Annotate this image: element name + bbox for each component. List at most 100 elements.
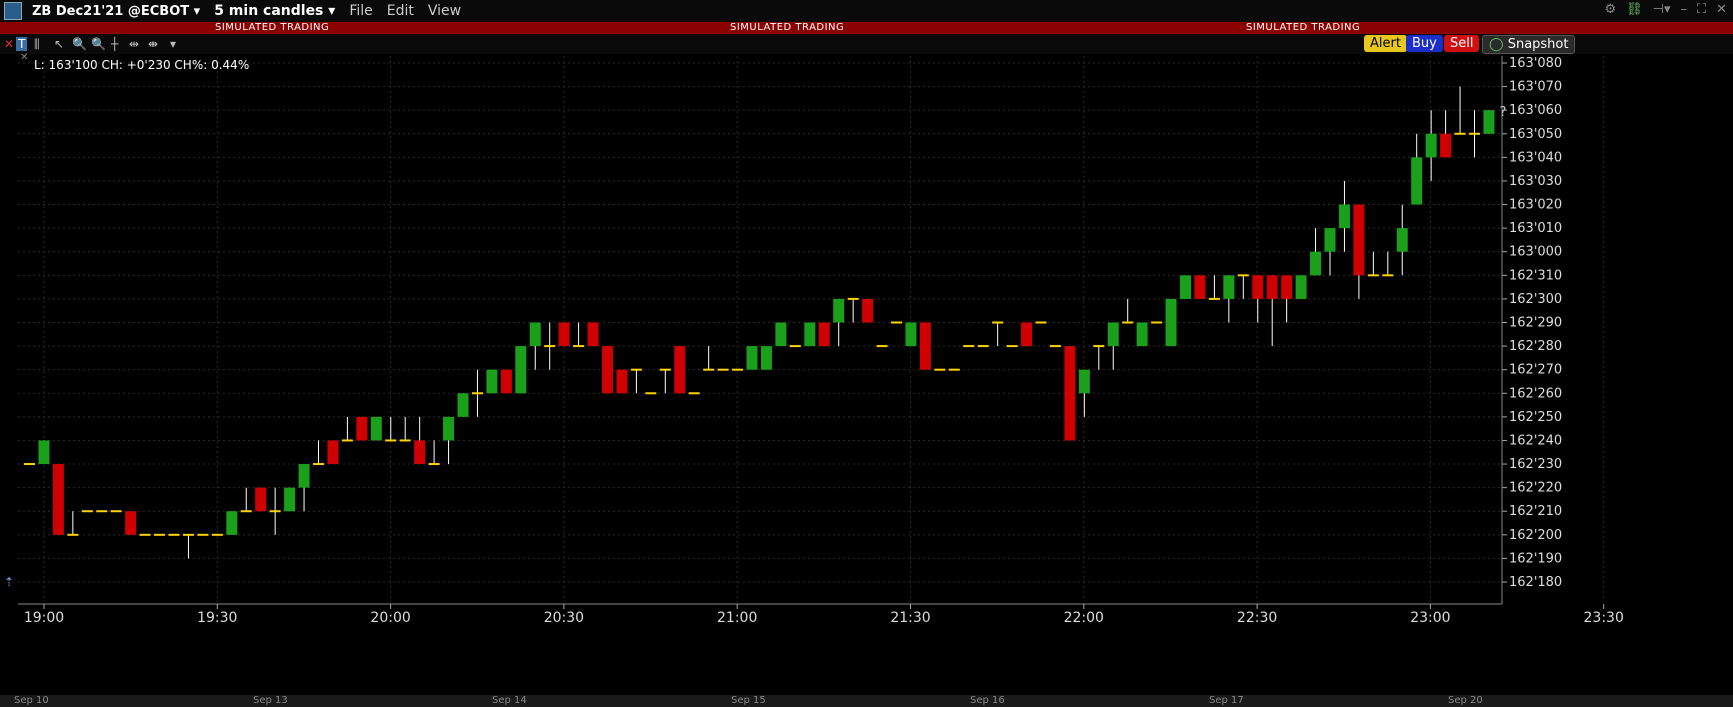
candle-up [284, 487, 296, 512]
date-label: Sep 16 [970, 695, 1005, 706]
candle-up [775, 322, 787, 347]
candle-down [558, 322, 570, 347]
camera-icon: ◯ [1489, 37, 1504, 52]
candle-up [1483, 110, 1495, 134]
candle-up [1338, 204, 1350, 229]
candle-down [1281, 275, 1293, 299]
date-label: Sep 15 [731, 695, 766, 706]
candle-down [414, 440, 426, 465]
candle-up [1136, 322, 1148, 347]
candle-up [298, 464, 310, 488]
candle-down [616, 369, 628, 394]
candle-down [1252, 275, 1264, 299]
price-tick-label: 162'310 [1509, 268, 1562, 283]
maximize-icon[interactable]: ⛶ [1697, 2, 1706, 17]
symbol-label: ZB Dec21'21 @ECBOT [32, 3, 190, 19]
price-tick-label: 162'210 [1509, 504, 1562, 519]
chevron-down-icon: ▾ [193, 3, 201, 19]
menu-file[interactable]: File [349, 3, 372, 19]
simulated-trading-banner: SIMULATED TRADING SIMULATED TRADING SIMU… [0, 22, 1733, 34]
title-bar: ZB Dec21'21 @ECBOT ▾ 5 min candles ▾ Fil… [0, 0, 1733, 22]
expand-horizontal-icon[interactable]: ⇹ [129, 37, 139, 51]
sell-button[interactable]: Sell [1444, 35, 1480, 52]
candle-down [356, 416, 368, 441]
time-tick-label: 23:30 [1584, 610, 1624, 626]
candle-down [862, 298, 874, 323]
candle-down [1021, 322, 1033, 347]
candle-up [1411, 157, 1423, 205]
candlestick-chart[interactable]: 163'080 163'070 163'060 163'050 163'040 163'0… [0, 54, 1733, 694]
candle-up [1310, 251, 1322, 276]
price-tick-label: 162'280 [1509, 339, 1562, 354]
candle-down [587, 322, 599, 347]
price-tick-label: 162'290 [1509, 316, 1562, 331]
pin-icon[interactable]: ⊣▾ [1653, 2, 1671, 17]
price-tick-label: 163'020 [1509, 198, 1562, 213]
close-icon[interactable]: ✕ [20, 52, 28, 63]
menu-edit[interactable]: Edit [387, 3, 414, 19]
date-label: Sep 17 [1209, 695, 1244, 706]
candle-down [818, 322, 830, 347]
marker-icon[interactable]: ⇡ [4, 575, 14, 589]
candle-down [602, 346, 613, 394]
zoom-out-icon[interactable]: 🔍 [91, 37, 106, 51]
draw-tool-icon[interactable]: ↖ [54, 37, 64, 51]
snapshot-button[interactable]: ◯ Snapshot [1482, 35, 1576, 54]
zoom-in-icon[interactable]: 🔍 [72, 37, 87, 51]
gear-icon[interactable]: ⚙ [1604, 2, 1616, 17]
candle-down [52, 464, 64, 535]
candle-down [1064, 346, 1076, 441]
candle-up [1165, 298, 1177, 347]
price-tick-label: 163'050 [1509, 127, 1562, 142]
time-tick-label: 20:00 [370, 610, 410, 626]
app-icon [4, 2, 22, 20]
buy-button[interactable]: Buy [1406, 35, 1443, 52]
price-tick-label: 163'080 [1509, 56, 1562, 71]
symbol-selector[interactable]: ZB Dec21'21 @ECBOT ▾ [32, 4, 200, 19]
candle-down [255, 487, 267, 512]
date-label: Sep 14 [492, 695, 527, 706]
time-tick-label: 22:30 [1237, 610, 1277, 626]
candle-down [1194, 275, 1206, 299]
price-tick-label: 163'070 [1509, 80, 1562, 95]
chevron-down-icon: ▾ [328, 3, 336, 19]
price-tick-label: 163'030 [1509, 174, 1562, 189]
candle-up [529, 322, 541, 347]
window-controls: ⚙ ⛓ ⊣▾ – ⛶ ✕ [1604, 2, 1727, 17]
price-tick-label: 162'180 [1509, 575, 1562, 590]
alert-button[interactable]: Alert [1364, 35, 1407, 52]
price-tick-label: 162'250 [1509, 410, 1562, 425]
price-tick-label: 162'200 [1509, 528, 1562, 543]
candle-down [1440, 133, 1452, 158]
text-tool-icon[interactable]: T [16, 37, 28, 51]
date-scroll-strip[interactable]: Sep 10 Sep 13 Sep 14 Sep 15 Sep 16 Sep 1… [0, 695, 1733, 707]
candle-down [674, 346, 686, 394]
link-icon[interactable]: ⛓ [1626, 2, 1643, 17]
candle-down [125, 511, 137, 535]
minimize-icon[interactable]: – [1680, 2, 1687, 17]
question-mark: ? [1499, 105, 1506, 120]
close-icon[interactable]: ✕ [4, 37, 14, 51]
crosshair-icon[interactable]: ┼ [111, 37, 118, 51]
candle-down [327, 440, 339, 465]
price-tick-label: 162'300 [1509, 292, 1562, 307]
bar-size-selector[interactable]: 5 min candles ▾ [214, 3, 335, 19]
menu-view[interactable]: View [428, 3, 461, 19]
banner-text: SIMULATED TRADING [1246, 22, 1361, 33]
plot-area [18, 56, 1502, 602]
compress-horizontal-icon[interactable]: ⇼ [148, 37, 158, 51]
time-tick-label: 19:30 [197, 610, 237, 626]
time-tick-label: 19:00 [24, 610, 64, 626]
candle-up [833, 298, 845, 323]
bar-tool-icon[interactable]: ⫼ [34, 37, 40, 52]
price-tick-label: 162'190 [1509, 551, 1562, 566]
price-tick-label: 163'010 [1509, 221, 1562, 236]
chevron-down-icon[interactable]: ▾ [170, 37, 176, 51]
close-icon[interactable]: ✕ [1716, 2, 1727, 17]
date-label: Sep 10 [14, 695, 49, 706]
candle-up [443, 416, 455, 441]
candle-down [500, 369, 512, 394]
candle-up [760, 346, 772, 370]
candle-up [1223, 275, 1235, 299]
candle-up [746, 346, 758, 370]
